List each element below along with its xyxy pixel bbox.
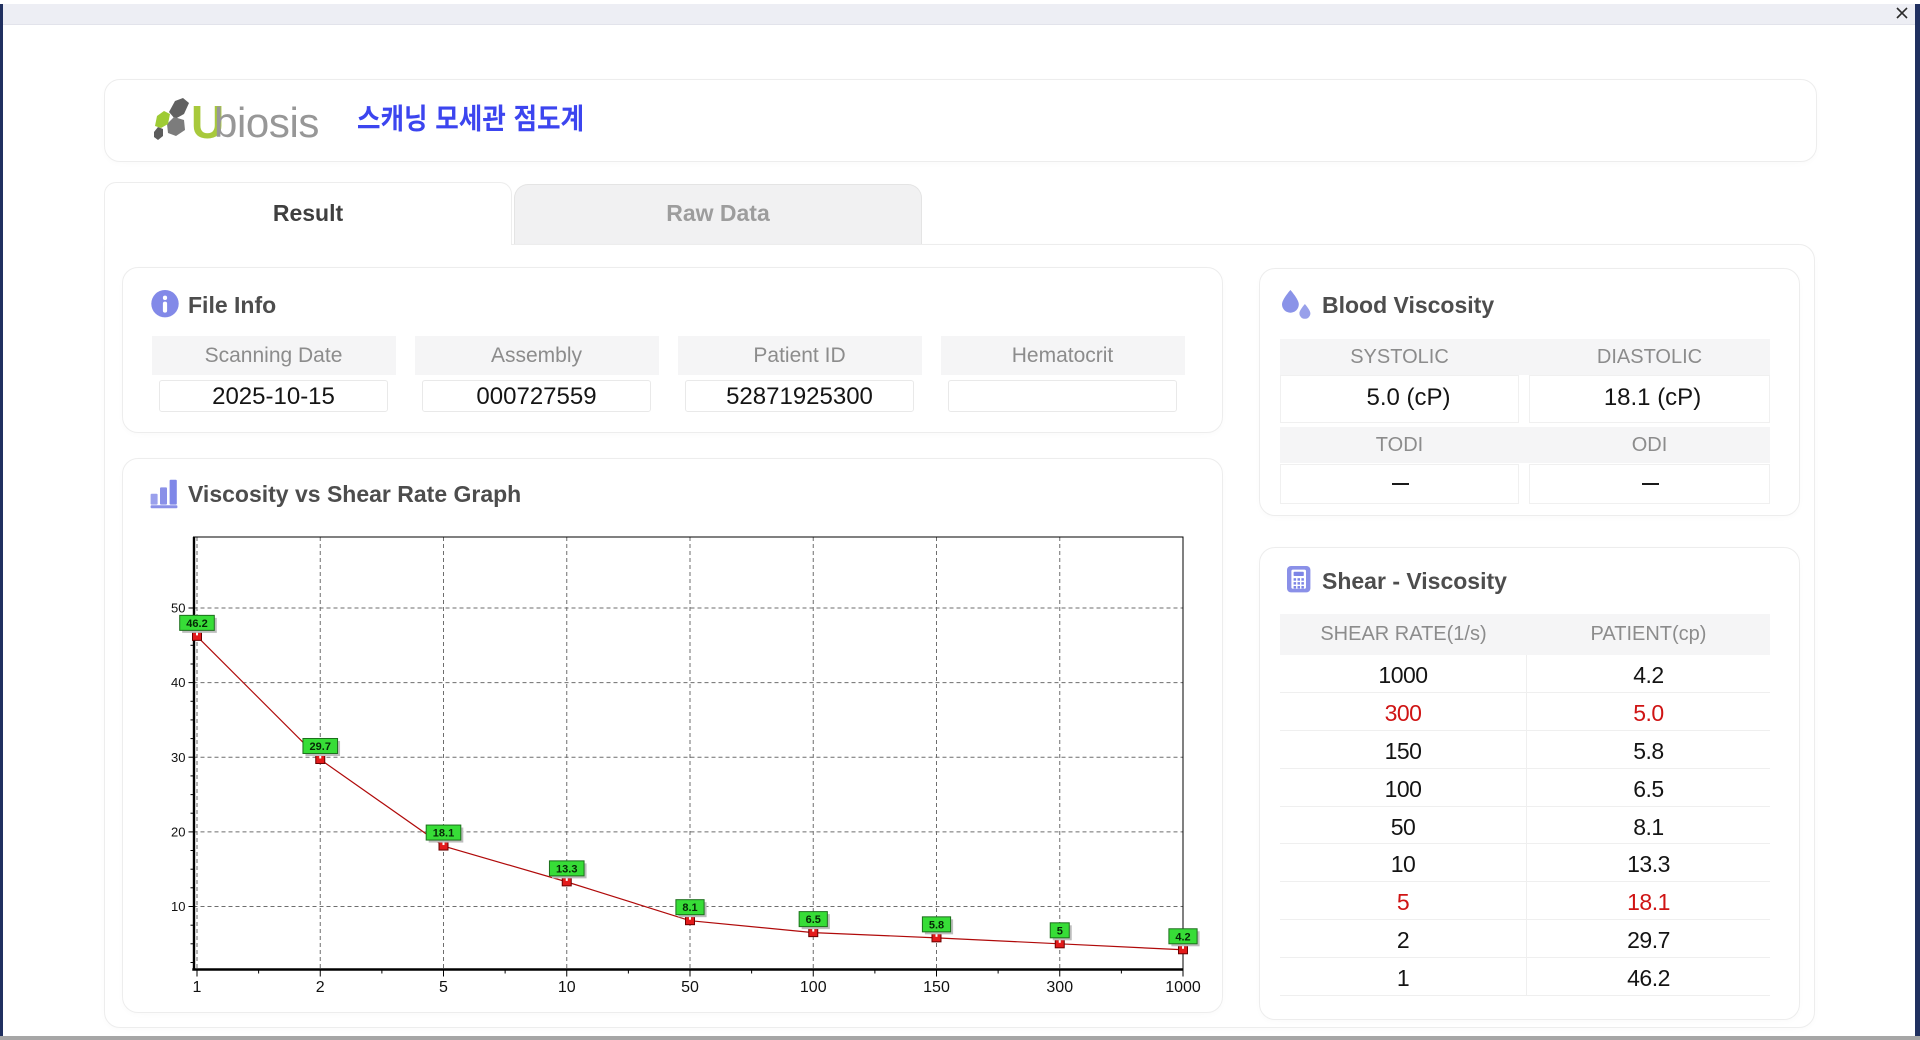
svg-text:8.1: 8.1 — [682, 902, 697, 914]
svg-text:40: 40 — [171, 675, 185, 690]
svg-text:10: 10 — [171, 899, 185, 914]
svg-text:29.7: 29.7 — [310, 741, 331, 753]
svg-text:5: 5 — [1057, 925, 1063, 937]
svg-text:20: 20 — [171, 824, 185, 839]
svg-text:300: 300 — [1046, 979, 1073, 996]
svg-text:50: 50 — [171, 601, 185, 616]
svg-text:10: 10 — [558, 979, 576, 996]
svg-text:18.1: 18.1 — [433, 828, 454, 840]
svg-text:5.8: 5.8 — [929, 919, 944, 931]
svg-text:50: 50 — [681, 979, 699, 996]
svg-text:150: 150 — [923, 979, 950, 996]
svg-text:1: 1 — [193, 979, 202, 996]
svg-text:100: 100 — [800, 979, 827, 996]
svg-text:30: 30 — [171, 750, 185, 765]
svg-text:13.3: 13.3 — [556, 863, 577, 875]
svg-text:5: 5 — [439, 979, 448, 996]
svg-text:2: 2 — [316, 979, 325, 996]
svg-text:46.2: 46.2 — [186, 618, 207, 630]
svg-text:1000: 1000 — [1165, 979, 1201, 996]
svg-text:6.5: 6.5 — [806, 914, 821, 926]
svg-text:4.2: 4.2 — [1175, 931, 1190, 943]
